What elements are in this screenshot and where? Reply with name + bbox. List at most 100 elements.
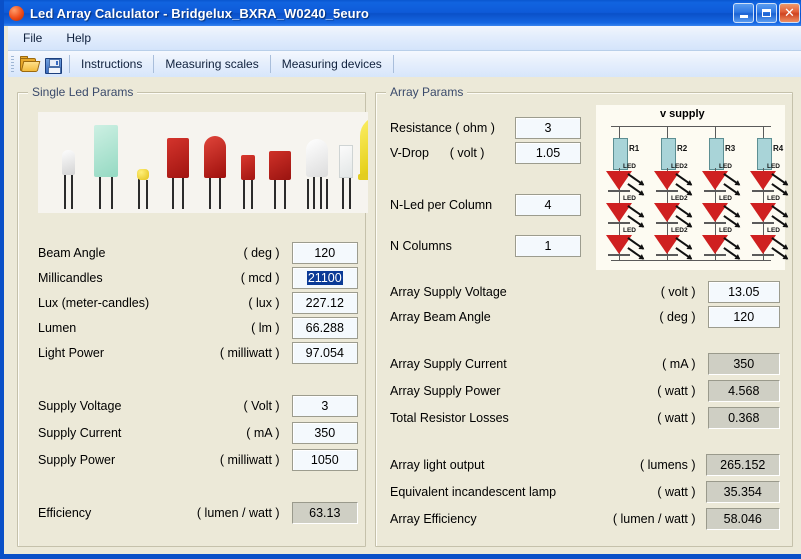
save-floppy-icon[interactable] — [42, 54, 64, 74]
label-equivalent-incandescent-lamp: Equivalent incandescent lamp — [390, 485, 557, 499]
unit-array-supply-power: ( watt ) — [657, 384, 696, 398]
client-area: Single Led Params Beam Angle (deg) 120… — [8, 77, 801, 554]
unit-array-supply-current: ( mA ) — [662, 357, 696, 371]
toolbar-button-instructions[interactable]: Instructions — [74, 54, 149, 74]
unit-efficiency: ( lumen / watt ) — [196, 506, 280, 520]
application-window: Led Array Calculator - Bridgelux_BXRA_W0… — [0, 0, 801, 559]
label-array-supply-current: Array Supply Current — [390, 357, 507, 371]
resistor-label-r2: R2 — [677, 144, 688, 153]
unit-light-power: ( milliwatt ) — [219, 346, 280, 360]
circuit-led-label: LED2 — [671, 163, 688, 170]
led-photo-item — [134, 151, 152, 209]
input-array-supply-voltage[interactable]: 13.05 — [707, 281, 780, 303]
toolbar-separator — [392, 55, 394, 73]
field-row-n-columns: N Columns 1 — [390, 235, 590, 257]
input-millicandles[interactable]: 21100 — [291, 267, 358, 289]
unit-lumen: ( lm ) — [251, 321, 280, 335]
app-led-icon — [9, 5, 24, 21]
label-efficiency: Efficiency — [38, 506, 92, 520]
input-nled-per-column[interactable]: 4 — [515, 194, 581, 216]
circuit-led-label: LED — [623, 195, 636, 202]
circuit-led-label: LED — [767, 195, 780, 202]
circuit-led-label: LED2 — [671, 227, 688, 234]
label-supply-power: Supply Power — [38, 453, 116, 467]
toolbar-button-measuring-scales[interactable]: Measuring scales — [158, 54, 265, 74]
label-resistance: Resistance ( ohm ) — [390, 121, 495, 135]
field-row-equivalent-incandescent-lamp: Equivalent incandescent lamp ( watt ) 35… — [390, 481, 780, 503]
field-row-total-resistor-losses: Total Resistor Losses ( watt ) 0.368 — [390, 407, 780, 429]
field-row-nled-per-column: N-Led per Column 4 — [390, 194, 590, 216]
open-folder-icon[interactable] — [18, 54, 41, 74]
field-row-array-supply-current: Array Supply Current ( mA ) 350 — [390, 353, 780, 375]
toolbar-grip[interactable] — [11, 56, 14, 72]
input-lux[interactable]: 227.12 — [291, 292, 358, 314]
circuit-led-label: LED — [767, 163, 780, 170]
input-lumen[interactable]: 66.288 — [291, 317, 358, 339]
label-total-resistor-losses: Total Resistor Losses — [390, 411, 509, 425]
unit-array-beam-angle: ( deg ) — [659, 310, 696, 324]
menu-item-file[interactable]: File — [14, 28, 51, 48]
field-row-supply-current: Supply Current ( mA ) 350 — [38, 422, 358, 444]
toolbar-separator — [153, 55, 155, 73]
label-beam-angle: Beam Angle — [38, 246, 106, 260]
led-photo-item — [358, 113, 368, 209]
field-row-supply-voltage: Supply Voltage ( Volt ) 3 — [38, 395, 358, 417]
output-total-resistor-losses: 0.368 — [707, 407, 780, 429]
window-controls: ✕ — [733, 3, 800, 23]
unit-supply-current: ( mA ) — [246, 426, 280, 440]
input-resistance[interactable]: 3 — [515, 117, 581, 139]
label-array-efficiency: Array Efficiency — [390, 512, 477, 526]
input-light-power[interactable]: 97.054 — [291, 342, 358, 364]
unit-lux: ( lux ) — [248, 296, 280, 310]
input-array-beam-angle[interactable]: 120 — [707, 306, 780, 328]
field-row-array-supply-power: Array Supply Power ( watt ) 4.568 — [390, 380, 780, 402]
toolbar-button-measuring-devices[interactable]: Measuring devices — [275, 54, 389, 74]
label-supply-current: Supply Current — [38, 426, 122, 440]
label-light-power: Light Power — [38, 346, 105, 360]
circuit-supply-label: v supply — [660, 108, 705, 120]
field-row-resistance: Resistance ( ohm ) 3 — [390, 117, 590, 139]
array-params-group: Array Params v supply R1 R2 R3 R4 LED LE… — [375, 85, 793, 547]
label-supply-voltage: Supply Voltage — [38, 399, 122, 413]
led-photo-item — [268, 141, 292, 209]
unit-equivalent-incandescent-lamp: ( watt ) — [657, 485, 696, 499]
input-vdrop[interactable]: 1.05 — [515, 142, 581, 164]
field-row-efficiency: Efficiency ( lumen / watt ) 63.13 — [38, 502, 358, 524]
field-row-beam-angle: Beam Angle ( deg ) 120 — [38, 242, 358, 264]
input-n-columns[interactable]: 1 — [515, 235, 581, 257]
label-lux: Lux (meter-candles) — [38, 296, 150, 310]
label-lumen: Lumen — [38, 321, 77, 335]
field-row-lux: Lux (meter-candles) ( lux ) 227.12 — [38, 292, 358, 314]
unit-array-supply-voltage: ( volt ) — [660, 285, 696, 299]
toolbar: Instructions Measuring scales Measuring … — [8, 51, 801, 78]
input-supply-voltage[interactable]: 3 — [291, 395, 358, 417]
field-row-supply-power: Supply Power ( milliwatt ) 1050 — [38, 449, 358, 471]
toolbar-separator — [269, 55, 271, 73]
circuit-led-label: LED — [719, 163, 732, 170]
maximize-button[interactable] — [756, 3, 777, 23]
minimize-icon — [739, 15, 748, 18]
toolbar-separator — [69, 55, 70, 73]
minimize-button[interactable] — [733, 3, 754, 23]
circuit-led-label: LED — [623, 163, 636, 170]
close-button[interactable]: ✕ — [779, 3, 800, 23]
unit-millicandles: ( mcd ) — [240, 271, 280, 285]
label-array-light-output: Array light output — [390, 458, 485, 472]
unit-supply-voltage: ( Volt ) — [243, 399, 280, 413]
field-row-lumen: Lumen ( lm ) 66.288 — [38, 317, 358, 339]
circuit-led-label: LED — [719, 227, 732, 234]
input-supply-current[interactable]: 350 — [291, 422, 358, 444]
array-params-title: Array Params — [386, 85, 468, 99]
circuit-led-label: LED — [623, 227, 636, 234]
circuit-led-label: LED — [767, 227, 780, 234]
input-millicandles-selected-text: 21100 — [306, 271, 343, 285]
label-array-supply-power: Array Supply Power — [390, 384, 501, 398]
input-beam-angle[interactable]: 120 — [291, 242, 358, 264]
unit-total-resistor-losses: ( watt ) — [657, 411, 696, 425]
led-photo-item — [166, 131, 190, 209]
menu-item-help[interactable]: Help — [57, 28, 100, 48]
field-row-array-efficiency: Array Efficiency ( lumen / watt ) 58.046 — [390, 508, 780, 530]
circuit-led-label: LED — [719, 195, 732, 202]
input-supply-power[interactable]: 1050 — [291, 449, 358, 471]
label-array-beam-angle: Array Beam Angle — [390, 310, 491, 324]
